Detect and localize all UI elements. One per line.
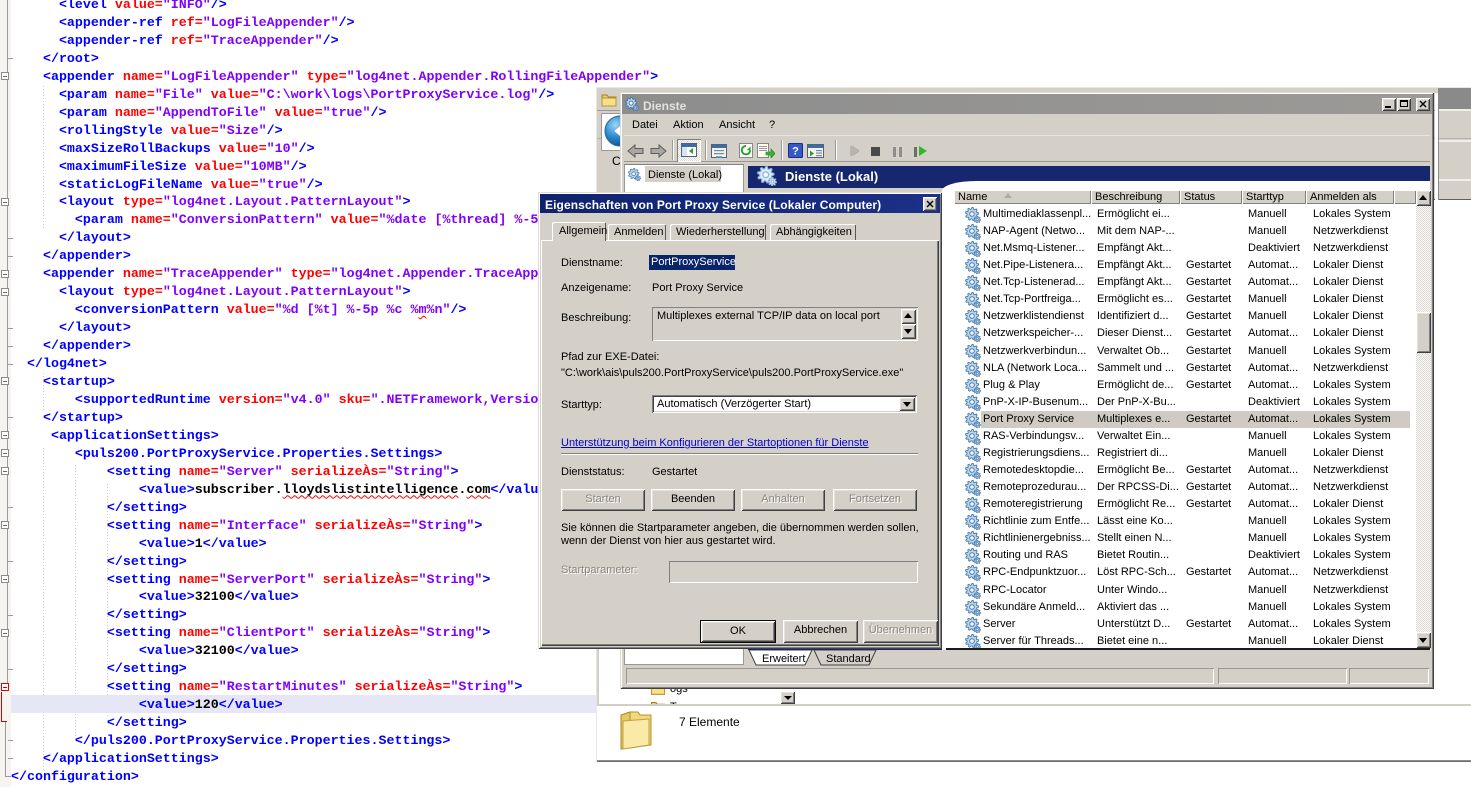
svg-text:?: ? <box>792 146 799 158</box>
svg-text:Erweitert: Erweitert <box>762 653 805 665</box>
svg-text:Standard: Standard <box>826 653 871 665</box>
